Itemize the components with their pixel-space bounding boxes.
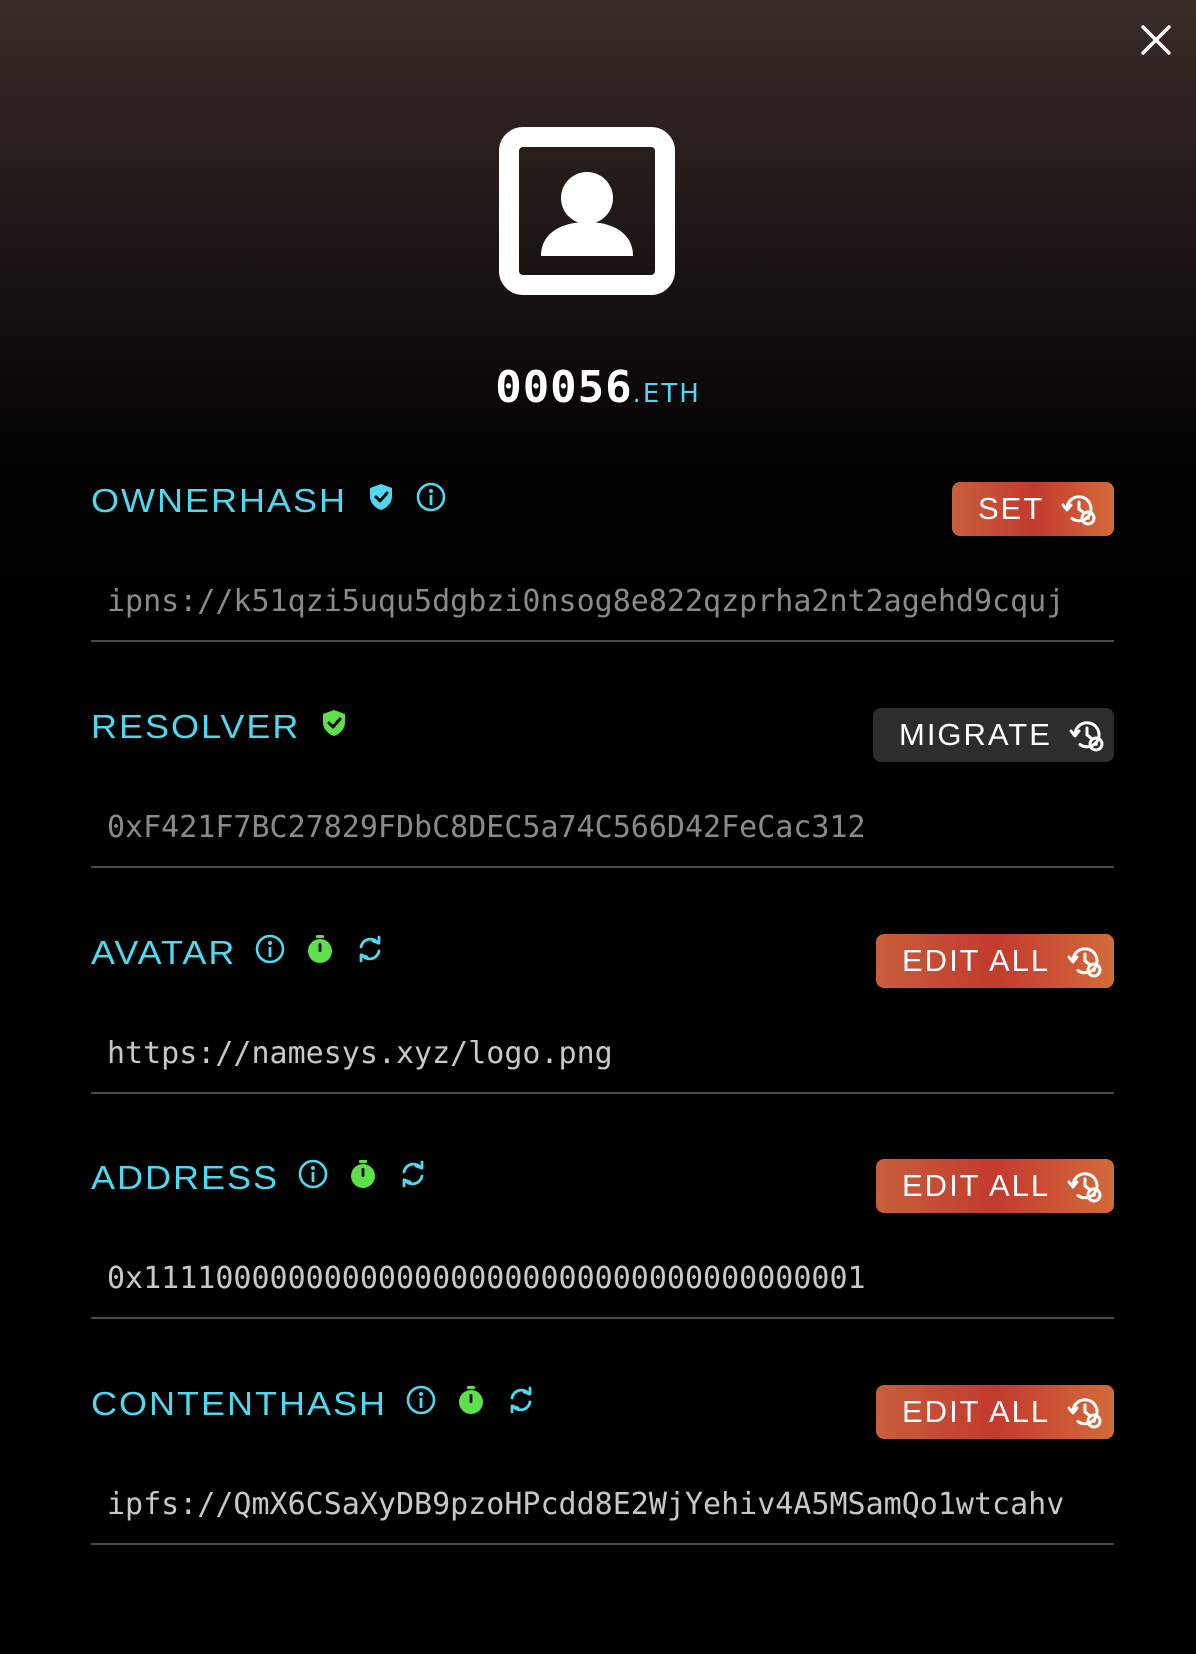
- avatar-edit-all-button[interactable]: EDIT ALL: [876, 934, 1114, 988]
- address-input[interactable]: 0x11110000000000000000000000000000000000…: [91, 1253, 1114, 1319]
- history-settings-icon: [1060, 490, 1098, 528]
- ownerhash-placeholder: ipns://k51qzi5uqu5dgbzi0nsog8e822qzprha2…: [107, 584, 1065, 619]
- address-value: 0x11110000000000000000000000000000000000…: [107, 1261, 866, 1296]
- domain-label: 00056: [495, 362, 633, 413]
- contenthash-edit-all-label: EDIT ALL: [902, 1394, 1051, 1429]
- info-icon[interactable]: [297, 1158, 329, 1190]
- contenthash-edit-all-button[interactable]: EDIT ALL: [876, 1385, 1114, 1439]
- domain-tld: .ETH: [632, 379, 701, 409]
- refresh-icon[interactable]: [397, 1158, 429, 1190]
- close-icon: [1136, 25, 1176, 64]
- shield-check-icon: [365, 481, 397, 513]
- info-icon[interactable]: [405, 1384, 437, 1416]
- address-label: ADDRESS: [91, 1158, 280, 1197]
- ownerhash-input[interactable]: ipns://k51qzi5uqu5dgbzi0nsog8e822qzprha2…: [91, 576, 1114, 642]
- resolver-section: RESOLVER MIGRATE 0xF421F7BC27829FDbC8DEC…: [91, 702, 1114, 872]
- stopwatch-icon: [455, 1384, 487, 1416]
- address-edit-all-label: EDIT ALL: [902, 1168, 1051, 1203]
- refresh-icon[interactable]: [505, 1384, 537, 1416]
- avatar-edit-all-label: EDIT ALL: [902, 943, 1051, 978]
- info-icon[interactable]: [254, 933, 286, 965]
- resolver-input[interactable]: 0xF421F7BC27829FDbC8DEC5a74C566D42FeCac3…: [91, 802, 1114, 868]
- contenthash-input[interactable]: ipfs://QmX6CSaXyDB9pzoHPcdd8E2WjYehiv4A5…: [91, 1479, 1114, 1545]
- ownerhash-section: OWNERHASH SET ipns://k51qzi5uqu5dgbzi0ns…: [91, 476, 1114, 646]
- profile-avatar: [498, 126, 676, 296]
- avatar-input[interactable]: https://namesys.xyz/logo.png: [91, 1028, 1114, 1094]
- contenthash-label: CONTENTHASH: [91, 1384, 388, 1423]
- address-title: ADDRESS: [91, 1153, 429, 1203]
- resolver-label: RESOLVER: [91, 707, 301, 746]
- contenthash-section: CONTENTHASH EDIT ALL ipfs://QmX6CSaXyDB9…: [91, 1379, 1114, 1549]
- address-section: ADDRESS EDIT ALL 0x111100000000000000000…: [91, 1153, 1114, 1323]
- avatar-label: AVATAR: [91, 933, 237, 972]
- history-settings-icon: [1068, 716, 1106, 754]
- shield-check-icon: [318, 707, 350, 739]
- avatar-section: AVATAR EDIT ALL https://namesys.xyz/logo…: [91, 928, 1114, 1098]
- resolver-placeholder: 0xF421F7BC27829FDbC8DEC5a74C566D42FeCac3…: [107, 810, 866, 845]
- migrate-button-label: MIGRATE: [899, 717, 1052, 752]
- history-settings-icon: [1066, 942, 1104, 980]
- ownerhash-title: OWNERHASH: [91, 476, 447, 526]
- resolver-title: RESOLVER: [91, 702, 350, 752]
- address-edit-all-button[interactable]: EDIT ALL: [876, 1159, 1114, 1213]
- stopwatch-icon: [304, 933, 336, 965]
- user-portrait-icon: [498, 127, 676, 300]
- refresh-icon[interactable]: [354, 933, 386, 965]
- migrate-button[interactable]: MIGRATE: [873, 708, 1114, 762]
- set-button-label: SET: [978, 491, 1045, 526]
- set-button[interactable]: SET: [952, 482, 1114, 536]
- history-settings-icon: [1066, 1393, 1104, 1431]
- avatar-title: AVATAR: [91, 928, 386, 978]
- history-settings-icon: [1066, 1167, 1104, 1205]
- avatar-value: https://namesys.xyz/logo.png: [107, 1036, 613, 1071]
- domain-name: 00056.ETH: [0, 362, 1196, 413]
- stopwatch-icon: [347, 1158, 379, 1190]
- ownerhash-label: OWNERHASH: [91, 481, 348, 520]
- info-icon[interactable]: [415, 481, 447, 513]
- contenthash-value: ipfs://QmX6CSaXyDB9pzoHPcdd8E2WjYehiv4A5…: [107, 1487, 1065, 1522]
- contenthash-title: CONTENTHASH: [91, 1379, 537, 1429]
- close-button[interactable]: [1136, 20, 1176, 60]
